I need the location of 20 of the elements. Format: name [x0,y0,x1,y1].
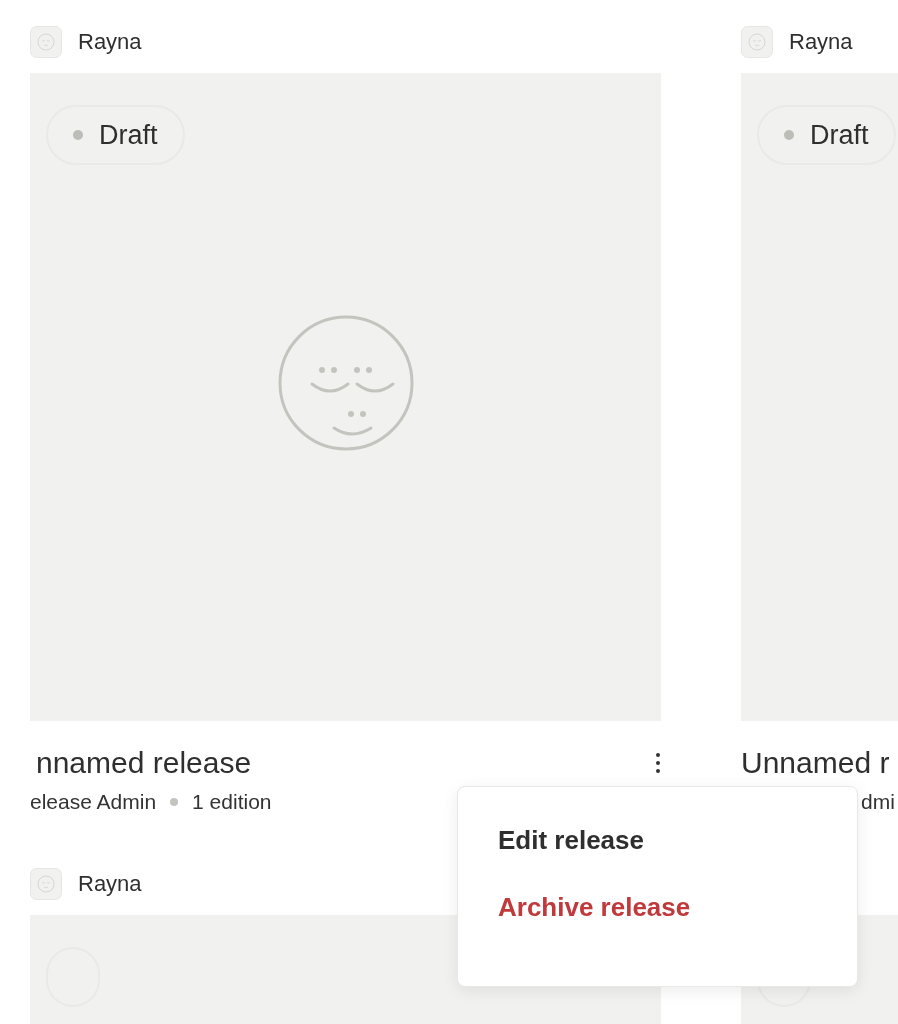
release-meta: 1 edition [192,790,272,814]
status-label: Draft [810,119,869,151]
author-name: Rayna [78,871,142,897]
status-label: Draft [99,119,158,151]
menu-item[interactable]: Archive release [458,874,857,941]
avatar-icon [30,26,62,58]
author-name: Rayna [789,29,853,55]
more-icon [655,752,661,774]
release-meta: dmi [861,790,895,814]
menu-item[interactable]: Edit release [458,807,857,874]
release-title: Unnamed r [741,746,890,780]
status-dot-icon [784,130,794,140]
status-dot-icon [73,130,83,140]
smiley-face-icon [277,315,414,451]
avatar-icon [741,26,773,58]
release-meta: elease Admin [30,790,157,814]
release-title: nnamed release [36,746,252,780]
separator-dot-icon [170,798,179,806]
avatar-icon [30,868,62,900]
author-name: Rayna [78,29,142,55]
